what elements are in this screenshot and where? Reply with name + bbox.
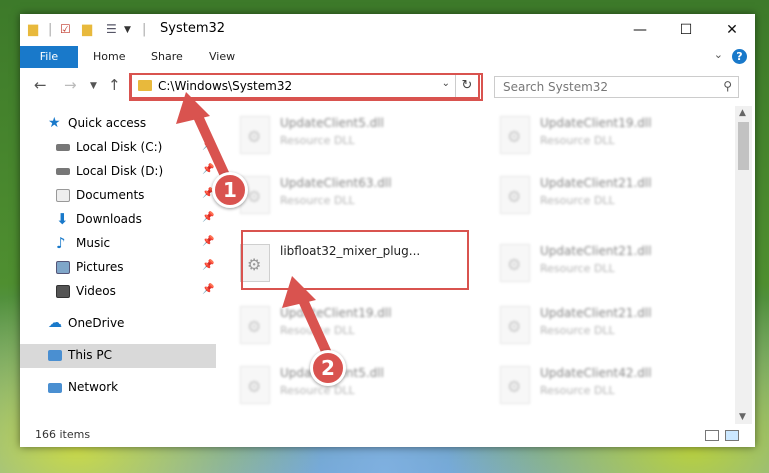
annotation-arrows: [176, 92, 335, 365]
arrow-1: [176, 92, 233, 187]
step-1-badge: 1: [212, 172, 248, 208]
step-2-badge: 2: [310, 350, 346, 386]
arrow-2: [282, 276, 335, 365]
